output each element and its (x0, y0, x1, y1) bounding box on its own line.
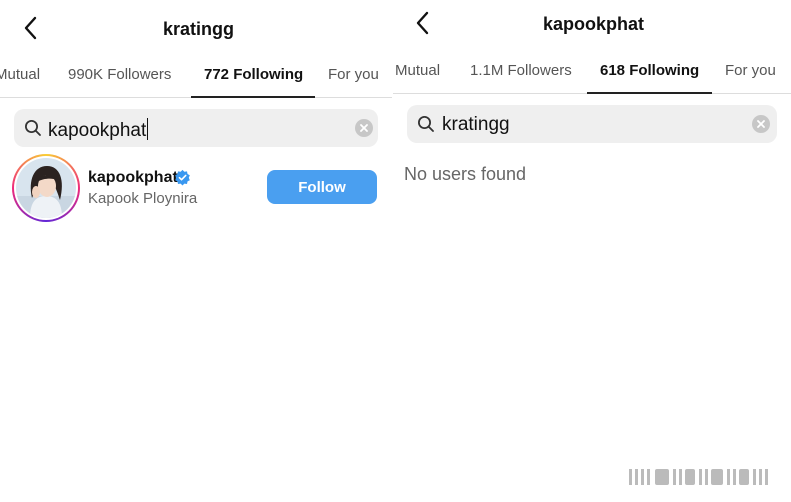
back-button[interactable] (407, 6, 437, 40)
tab-mutual[interactable]: Mutual (0, 66, 40, 83)
tab-for-you[interactable]: For you (328, 66, 379, 83)
search-bar[interactable]: kapookphat (14, 109, 378, 147)
profile-title: kratingg (163, 19, 235, 39)
search-query-text: kratingg (442, 114, 510, 135)
avatar[interactable] (12, 154, 80, 222)
tab-following[interactable]: 772 Following (204, 66, 303, 83)
active-tab-indicator (587, 92, 712, 94)
search-icon (25, 120, 41, 136)
result-username[interactable]: kapookphat (88, 169, 178, 187)
result-full-name: Kapook Ploynira (88, 190, 198, 207)
tab-mutual[interactable]: Mutual (395, 62, 440, 79)
verified-badge-icon (175, 169, 190, 186)
follow-button[interactable]: Follow (267, 170, 377, 204)
profile-title: kapookphat (543, 14, 645, 34)
search-bar[interactable]: kratingg (407, 105, 777, 143)
tab-following[interactable]: 618 Following (600, 62, 699, 79)
clear-search-button[interactable] (752, 115, 770, 133)
no-results-message: No users found (404, 164, 527, 184)
right-screenshot-panel: kapookphat Mutual 1.1M Followers 618 Fol… (393, 0, 791, 502)
tab-for-you[interactable]: For you (725, 62, 776, 79)
search-query-text: kapookphat (48, 120, 147, 141)
back-chevron-icon (24, 16, 37, 40)
clear-icon (757, 120, 765, 128)
tab-followers[interactable]: 990K Followers (68, 66, 171, 83)
back-chevron-icon (416, 11, 429, 35)
search-input[interactable]: kratingg (442, 114, 510, 136)
watermark (629, 469, 768, 485)
search-input[interactable]: kapookphat (48, 118, 149, 142)
clear-search-button[interactable] (355, 119, 373, 137)
active-tab-indicator (191, 96, 315, 98)
text-cursor (147, 118, 149, 140)
profile-photo (16, 158, 76, 218)
search-icon (418, 116, 434, 132)
clear-icon (360, 124, 368, 132)
left-screenshot-panel: kratingg Mutual 990K Followers 772 Follo… (0, 0, 392, 502)
tab-followers[interactable]: 1.1M Followers (470, 62, 572, 79)
back-button[interactable] (15, 11, 45, 45)
